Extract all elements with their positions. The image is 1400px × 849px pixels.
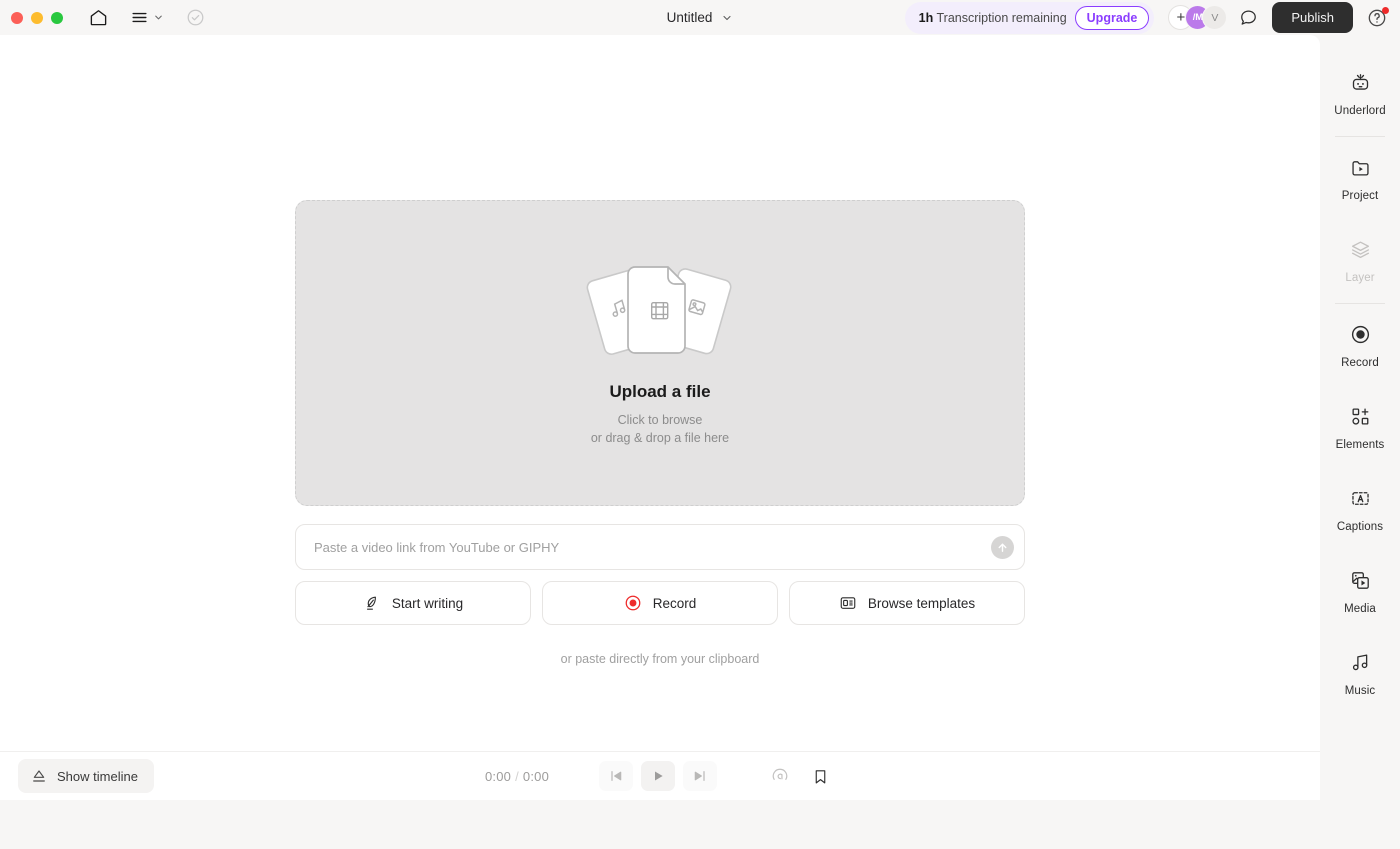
bookmark-button[interactable] xyxy=(805,761,835,791)
bookmark-icon xyxy=(815,769,825,783)
start-writing-label: Start writing xyxy=(391,595,464,611)
right-sidebar: Underlord Project Layer Record Elements … xyxy=(1320,35,1400,849)
app-window: Untitled 1h Transcription remaining Upgr… xyxy=(0,0,1400,849)
current-time: 0:00 xyxy=(484,768,512,784)
record-button[interactable]: Record xyxy=(542,581,778,625)
sidebar-label: Project xyxy=(1341,190,1379,202)
media-stack-icon xyxy=(1350,570,1371,596)
upgrade-button[interactable]: Upgrade xyxy=(1074,5,1150,30)
sidebar-divider xyxy=(1335,136,1385,137)
timecode-separator: / xyxy=(515,768,519,784)
sidebar-label: Underlord xyxy=(1334,105,1386,117)
start-writing-button[interactable]: Start writing xyxy=(295,581,531,625)
sidebar-label: Music xyxy=(1344,685,1376,697)
close-window-button[interactable] xyxy=(11,11,23,24)
timecode-display: 0:00/0:00 xyxy=(485,769,549,784)
empty-project-stage: Upload a file Click to browse or drag & … xyxy=(0,35,1320,800)
transcription-amount: 1h xyxy=(918,10,934,25)
submit-link-button[interactable] xyxy=(991,535,1014,559)
browse-templates-label: Browse templates xyxy=(867,595,976,611)
chevron-down-icon xyxy=(723,15,731,20)
record-dot-icon xyxy=(1350,324,1371,350)
pen-feather-icon xyxy=(366,596,376,610)
page-title[interactable]: Untitled xyxy=(667,10,713,25)
paste-link-row xyxy=(295,524,1025,570)
main-menu-button[interactable] xyxy=(130,8,164,27)
sidebar-label: Media xyxy=(1344,603,1376,615)
sidebar-label: Captions xyxy=(1336,521,1384,533)
record-label: Record xyxy=(652,595,697,611)
panel-up-icon xyxy=(33,770,45,782)
record-dot-icon xyxy=(625,595,641,611)
sidebar-item-captions[interactable]: Captions xyxy=(1324,481,1396,539)
show-timeline-label: Show timeline xyxy=(57,768,138,784)
bottom-bar: Show timeline 0:00/0:00 xyxy=(0,751,1320,800)
notification-dot xyxy=(1382,6,1389,14)
sidebar-item-underlord[interactable]: Underlord xyxy=(1324,65,1396,123)
sidebar-item-project[interactable]: Project xyxy=(1324,150,1396,208)
editor-canvas: Upload a file Click to browse or drag & … xyxy=(0,35,1320,800)
sidebar-label: Elements xyxy=(1335,439,1385,451)
sidebar-item-music[interactable]: Music xyxy=(1324,645,1396,703)
file-illustration xyxy=(580,259,740,363)
elements-add-icon xyxy=(1350,406,1371,432)
sidebar-item-elements[interactable]: Elements xyxy=(1324,399,1396,457)
sidebar-divider xyxy=(1335,303,1385,304)
sidebar-item-media[interactable]: Media xyxy=(1324,563,1396,621)
skip-back-icon xyxy=(611,771,622,781)
clipboard-hint: or paste directly from your clipboard xyxy=(560,652,760,666)
home-icon[interactable] xyxy=(89,8,108,27)
show-timeline-button[interactable]: Show timeline xyxy=(18,759,154,793)
top-bar: Untitled 1h Transcription remaining Upgr… xyxy=(0,0,1400,35)
sidebar-label: Record xyxy=(1341,357,1379,369)
top-bar-right: 1h Transcription remaining Upgrade + /M … xyxy=(904,1,1400,34)
transport-controls: 0:00/0:00 xyxy=(0,761,1320,791)
chevron-down-icon xyxy=(155,15,162,20)
upload-hint: Click to browse or drag & drop a file he… xyxy=(591,412,729,447)
upload-hint-line-2: or drag & drop a file here xyxy=(590,430,730,445)
transcription-label: 1h Transcription remaining xyxy=(918,10,1067,25)
upload-dropzone[interactable]: Upload a file Click to browse or drag & … xyxy=(295,200,1025,506)
skip-forward-icon xyxy=(694,771,705,781)
sidebar-label: Layer xyxy=(1345,272,1375,284)
captions-icon xyxy=(1350,488,1371,514)
sidebar-item-layer: Layer xyxy=(1324,232,1396,290)
window-traffic-lights xyxy=(0,11,63,24)
layers-icon xyxy=(1350,239,1371,265)
play-icon xyxy=(655,771,663,781)
help-circle-icon[interactable] xyxy=(1367,6,1389,28)
robot-icon xyxy=(1350,72,1371,98)
playback-speed-button[interactable] xyxy=(765,761,795,791)
more-collaborators-button[interactable]: V xyxy=(1202,5,1228,30)
comment-icon[interactable] xyxy=(1239,8,1258,27)
browse-templates-button[interactable]: Browse templates xyxy=(789,581,1025,625)
speed-gauge-icon xyxy=(772,768,788,780)
transcription-status: 1h Transcription remaining Upgrade xyxy=(904,1,1155,34)
total-time: 0:00 xyxy=(522,768,550,784)
zoom-window-button[interactable] xyxy=(51,11,63,24)
quick-actions-row: Start writing Record Browse templates xyxy=(295,581,1025,625)
check-circle-icon[interactable] xyxy=(186,8,205,27)
folder-play-icon xyxy=(1350,157,1371,183)
templates-icon xyxy=(840,597,856,609)
minimize-window-button[interactable] xyxy=(31,11,43,24)
music-note-icon xyxy=(1350,652,1371,678)
sidebar-item-record[interactable]: Record xyxy=(1324,317,1396,375)
upload-title: Upload a file xyxy=(609,382,711,402)
collaborator-avatars: + /M V xyxy=(1168,5,1228,30)
publish-button[interactable]: Publish xyxy=(1272,2,1353,33)
skip-back-button[interactable] xyxy=(599,761,634,791)
arrow-up-icon xyxy=(998,543,1007,552)
skip-forward-button[interactable] xyxy=(683,761,718,791)
play-button[interactable] xyxy=(641,761,676,791)
upload-hint-line-1: Click to browse xyxy=(617,413,703,428)
video-link-input[interactable] xyxy=(314,539,991,555)
